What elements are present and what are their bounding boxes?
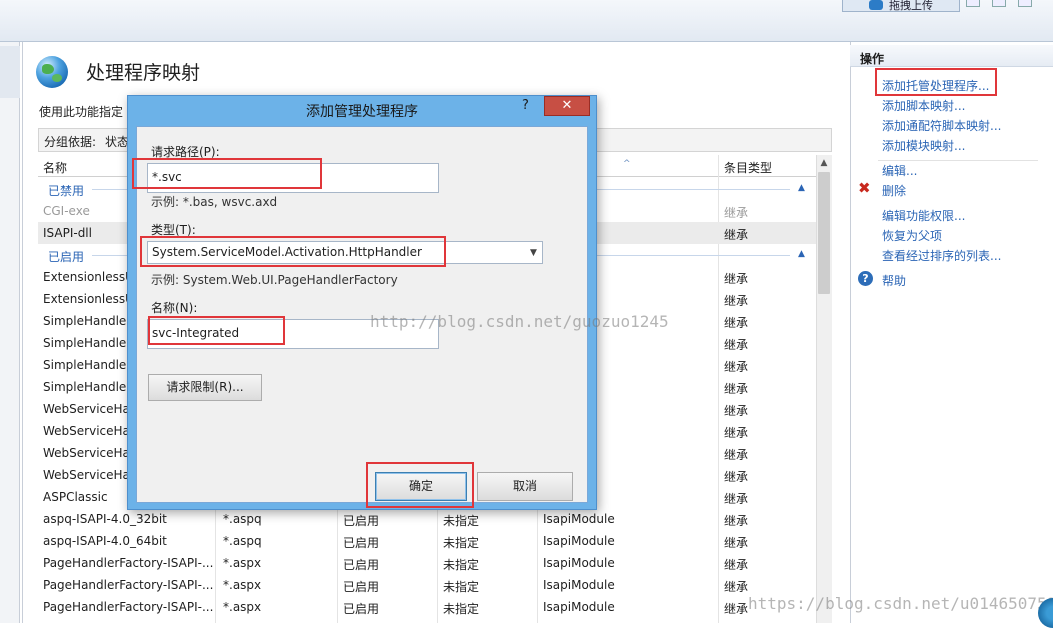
cell-type: 继承 xyxy=(724,404,749,418)
cell-type: 继承 xyxy=(724,448,749,462)
cell-type: 继承 xyxy=(724,294,749,308)
cancel-button[interactable]: 取消 xyxy=(477,472,573,501)
cell-handler: IsapiModule xyxy=(543,512,615,526)
cell-path: *.aspx xyxy=(223,578,262,592)
actions-title: 操作 xyxy=(860,52,885,66)
upload-icon xyxy=(869,0,883,10)
action-delete[interactable]: 删除 xyxy=(882,182,906,199)
cell-name: PageHandlerFactory-ISAPI-... xyxy=(43,600,213,614)
request-path-input[interactable]: *.svc xyxy=(147,163,439,193)
cell-handler: IsapiModule xyxy=(543,556,615,570)
toolbar-mini-icon[interactable] xyxy=(1018,0,1032,7)
group-by-dropdown[interactable]: 状态 xyxy=(105,133,129,150)
watermark-center: http://blog.csdn.net/guozuo1245 xyxy=(370,312,669,331)
type-example: 示例: System.Web.UI.PageHandlerFactory xyxy=(151,273,398,287)
group-header[interactable]: 已启用 xyxy=(48,248,84,265)
toolbar-mini-icon[interactable] xyxy=(966,0,980,7)
ok-button[interactable]: 确定 xyxy=(375,472,467,501)
cell-verb: 未指定 xyxy=(443,580,480,594)
cell-path: *.aspq xyxy=(223,512,262,526)
cell-name: PageHandlerFactory-ISAPI-... xyxy=(43,578,213,592)
cell-type: 继承 xyxy=(724,272,749,286)
cell-handler: IsapiModule xyxy=(543,600,615,614)
action-edit-feature-permissions[interactable]: 编辑功能权限... xyxy=(882,207,965,224)
dialog-help-button[interactable]: ? xyxy=(522,98,529,113)
watermark-corner: https://blog.csdn.net/u014650759 xyxy=(748,594,1053,613)
group-header[interactable]: 已禁用 xyxy=(48,182,84,199)
cell-path: *.aspx xyxy=(223,556,262,570)
cell-state: 已启用 xyxy=(343,580,380,594)
action-revert-to-parent[interactable]: 恢复为父项 xyxy=(882,227,942,244)
actions-separator xyxy=(878,160,1038,161)
request-path-example: 示例: *.bas, wsvc.axd xyxy=(151,195,278,209)
cell-type: 继承 xyxy=(724,316,749,330)
scrollbar-thumb[interactable] xyxy=(818,172,830,294)
feature-description: 使用此功能指定 xyxy=(39,105,124,119)
upload-label: 拖拽上传 xyxy=(889,0,933,12)
cell-name: PageHandlerFactory-ISAPI-... xyxy=(43,556,213,570)
cell-verb: 未指定 xyxy=(443,536,480,550)
request-path-label: 请求路径(P): xyxy=(151,145,220,159)
scroll-up-icon[interactable]: ▲ xyxy=(816,155,832,171)
cell-type: 继承 xyxy=(724,382,749,396)
cell-verb: 未指定 xyxy=(443,558,480,572)
action-add-script-map[interactable]: 添加脚本映射... xyxy=(882,97,965,114)
name-label: 名称(N): xyxy=(151,301,198,315)
drag-upload-button[interactable]: 拖拽上传 xyxy=(842,0,960,12)
cell-type: 继承 xyxy=(724,228,749,242)
cell-state: 已启用 xyxy=(343,602,380,616)
request-restrictions-button[interactable]: 请求限制(R)... xyxy=(148,374,262,401)
collapse-icon[interactable]: ▲ xyxy=(798,249,805,259)
connections-pane-edge xyxy=(0,42,20,623)
type-combobox[interactable]: System.ServiceModel.Activation.HttpHandl… xyxy=(147,241,543,264)
cell-type: 继承 xyxy=(724,426,749,440)
action-help[interactable]: 帮助 xyxy=(882,272,906,289)
cell-name: aspq-ISAPI-4.0_64bit xyxy=(43,534,167,548)
collapse-icon[interactable]: ▲ xyxy=(798,183,805,193)
action-add-module-mapping[interactable]: 添加模块映射... xyxy=(882,137,965,154)
action-view-ordered-list[interactable]: 查看经过排序的列表... xyxy=(882,247,1001,264)
table-row[interactable]: aspq-ISAPI-4.0_64bit *.aspq 已启用 未指定 IsapiMod… xyxy=(38,530,816,552)
table-row[interactable]: aspq-ISAPI-4.0_32bit *.aspq 已启用 未指定 IsapiMod… xyxy=(38,508,816,530)
action-add-managed-handler[interactable]: 添加托管处理程序... xyxy=(882,77,989,94)
toolbar-mini-icon[interactable] xyxy=(992,0,1006,7)
page-title: 处理程序映射 xyxy=(86,62,201,84)
cell-verb: 未指定 xyxy=(443,514,480,528)
help-icon: ? xyxy=(858,271,873,286)
action-add-wildcard-script-map[interactable]: 添加通配符脚本映射... xyxy=(882,117,1001,134)
cell-type: 继承 xyxy=(724,558,749,572)
cell-path: *.aspq xyxy=(223,534,262,548)
cell-handler: IsapiModule xyxy=(543,578,615,592)
cell-type: 继承 xyxy=(724,338,749,352)
cell-state: 已启用 xyxy=(343,536,380,550)
table-row[interactable]: PageHandlerFactory-ISAPI-... *.aspx 已启用 未指定… xyxy=(38,552,816,574)
cell-handler: IsapiModule xyxy=(543,534,615,548)
dialog-close-button[interactable]: ✕ xyxy=(544,96,590,116)
delete-icon: ✖ xyxy=(858,179,871,197)
cell-type: 继承 xyxy=(724,206,749,220)
cell-state: 已启用 xyxy=(343,558,380,572)
globe-icon xyxy=(36,56,68,88)
close-icon: ✕ xyxy=(561,98,573,113)
cell-state: 已启用 xyxy=(343,514,380,528)
column-header-entry-type[interactable]: 条目类型 xyxy=(724,159,772,176)
group-by-label: 分组依据: xyxy=(44,135,97,149)
cell-type: 继承 xyxy=(724,360,749,374)
cell-type: 继承 xyxy=(724,470,749,484)
action-edit[interactable]: 编辑... xyxy=(882,162,917,179)
cell-type: 继承 xyxy=(724,514,749,528)
cell-type: 继承 xyxy=(724,492,749,506)
column-header-name[interactable]: 名称 xyxy=(43,159,67,176)
chevron-down-icon[interactable]: ▼ xyxy=(530,248,537,258)
type-label: 类型(T): xyxy=(151,223,196,237)
cell-path: *.aspx xyxy=(223,600,262,614)
cell-type: 继承 xyxy=(724,536,749,550)
cell-name: aspq-ISAPI-4.0_32bit xyxy=(43,512,167,526)
table-row[interactable]: PageHandlerFactory-ISAPI-... *.aspx 已启用 未指定… xyxy=(38,574,816,596)
table-row[interactable]: PageHandlerFactory-ISAPI-... *.aspx 已启用 未指定… xyxy=(38,596,816,618)
sort-indicator-icon: ^ xyxy=(623,159,631,169)
cell-verb: 未指定 xyxy=(443,602,480,616)
cell-type: 继承 xyxy=(724,580,749,594)
